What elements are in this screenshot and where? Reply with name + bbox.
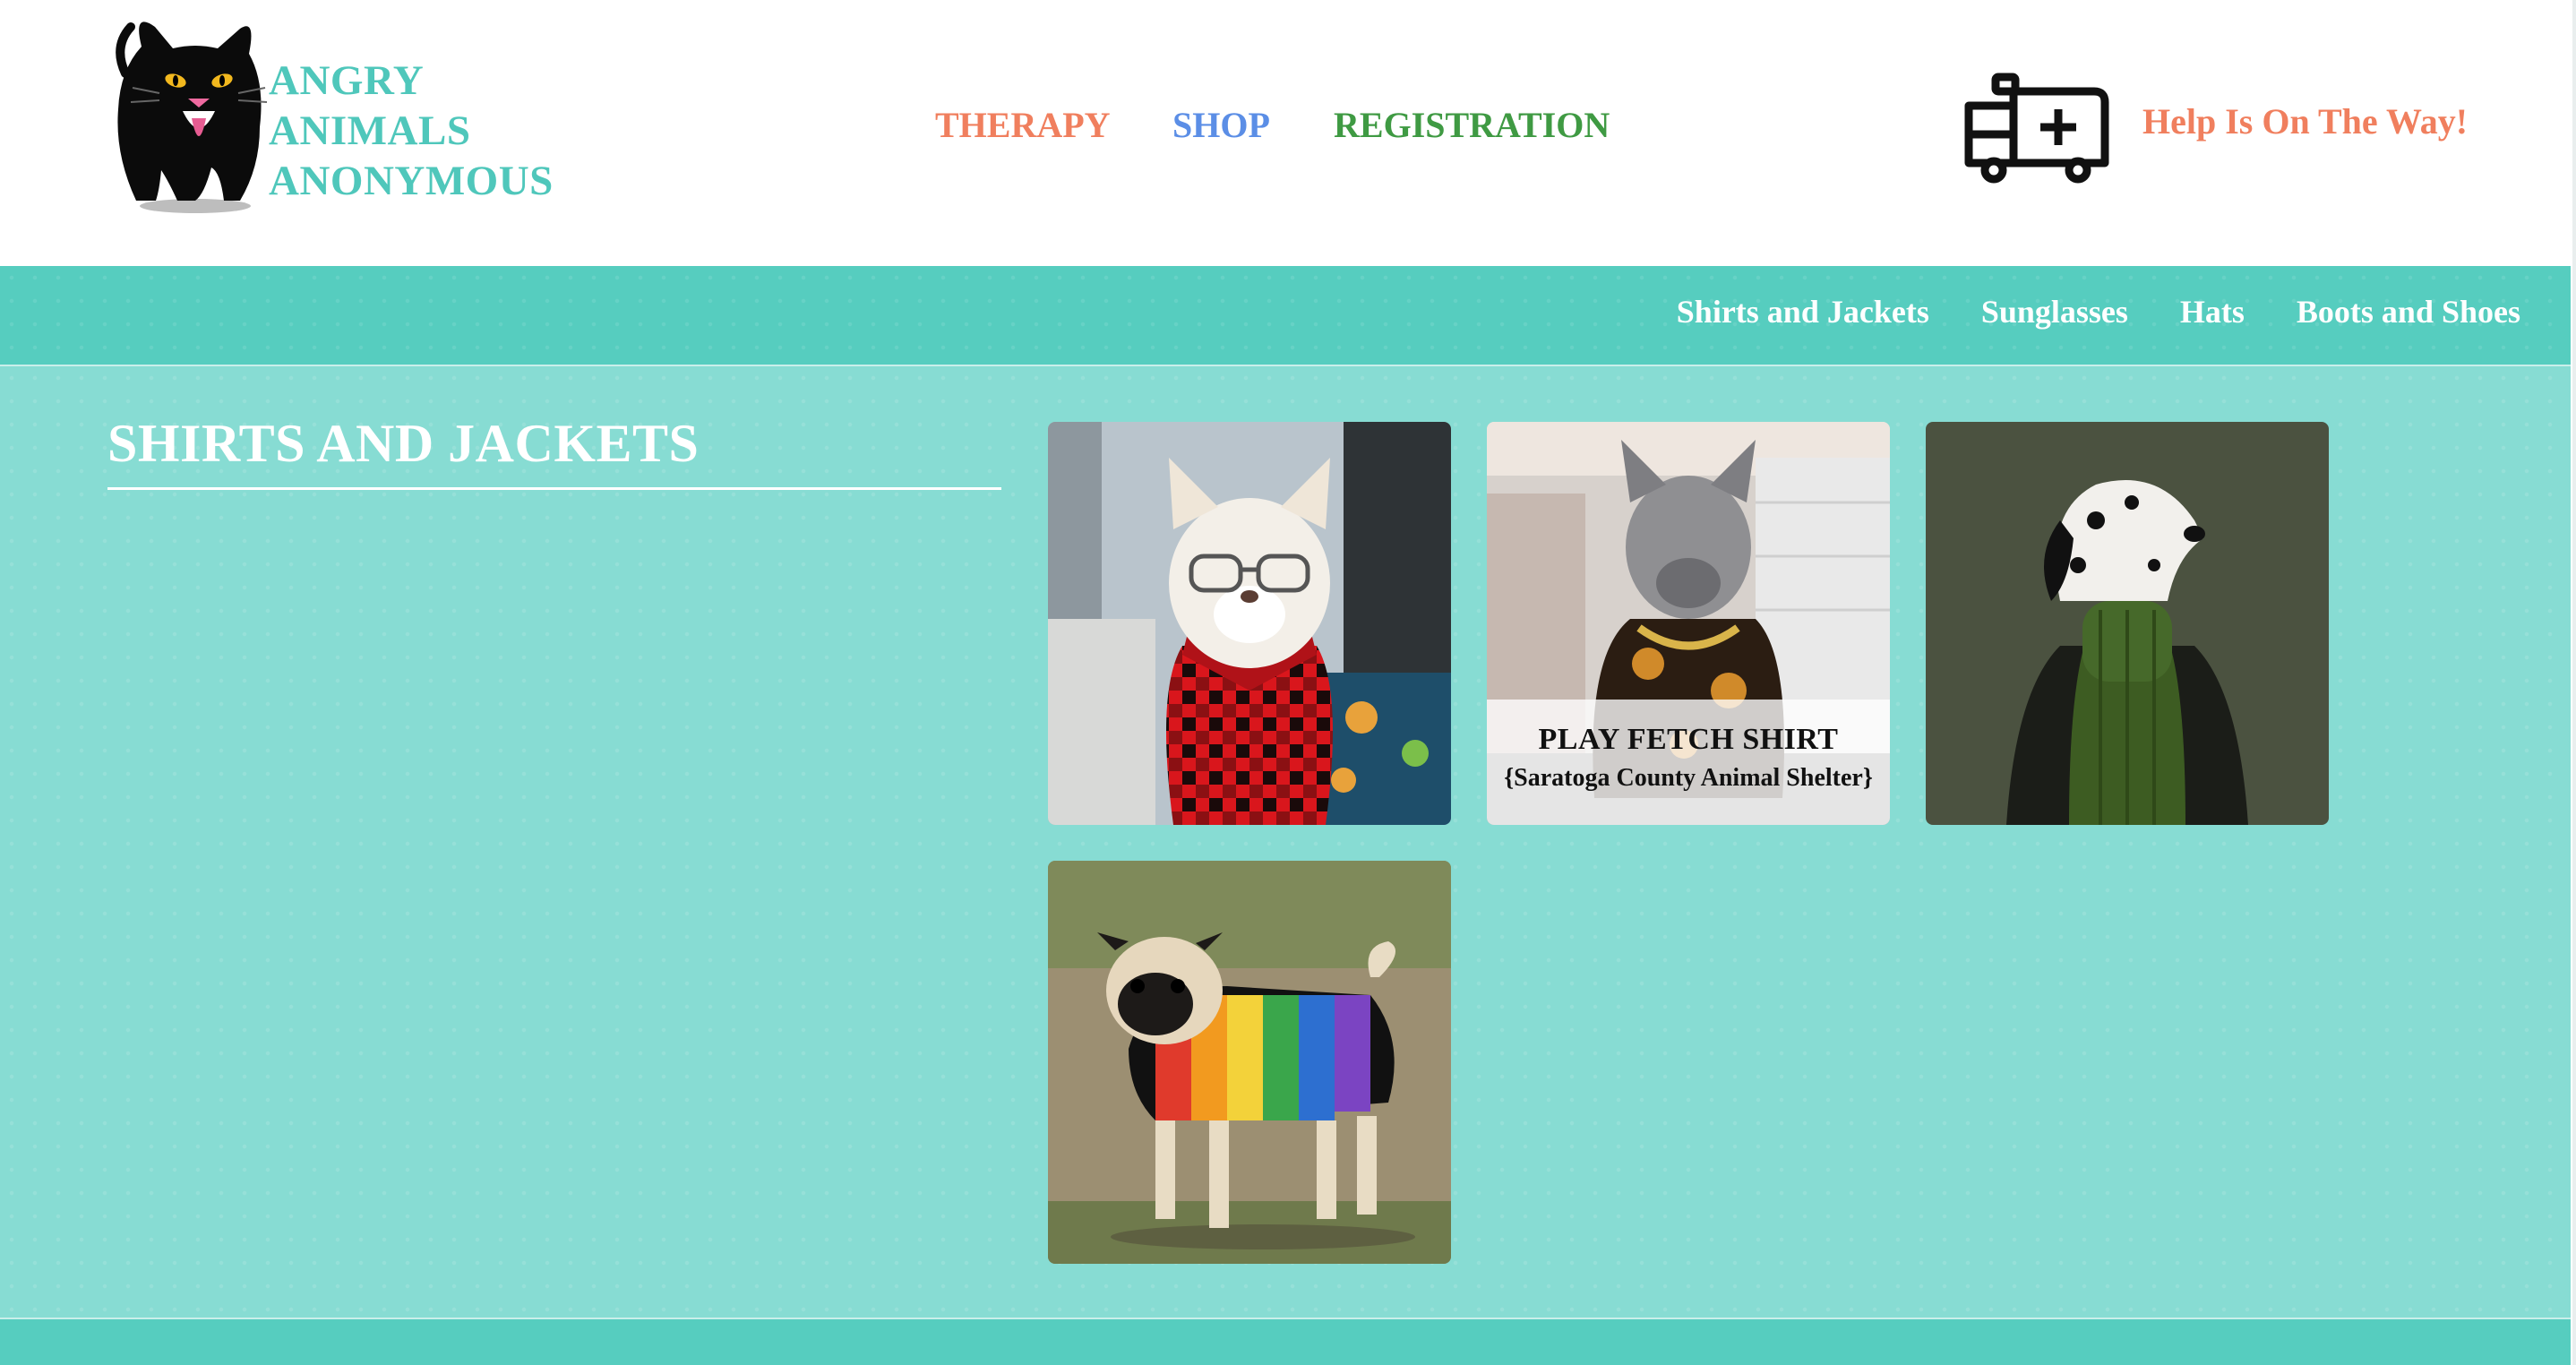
brand-line: ANGRY: [269, 57, 425, 104]
category-sunglasses[interactable]: Sunglasses: [1981, 293, 2128, 331]
pug-rainbow-sweater-image: [1048, 861, 1451, 1264]
brand-line: ANIMALS: [269, 107, 471, 154]
dalmatian-turtleneck-jacket-image: [1926, 422, 2329, 825]
brand-line: ANONYMOUS: [269, 158, 554, 204]
nav-shop[interactable]: SHOP: [1172, 104, 1270, 146]
section-title: SHIRTS AND JACKETS: [107, 413, 1001, 490]
site-header: ANGRY ANIMALS ANONYMOUS THERAPY SHOP REG…: [0, 0, 2571, 266]
product-name: PLAY FETCH SHIRT: [1538, 723, 1839, 756]
product-card[interactable]: [1048, 422, 1451, 825]
category-hats[interactable]: Hats: [2180, 293, 2245, 331]
nav-registration[interactable]: REGISTRATION: [1334, 104, 1610, 146]
product-card[interactable]: [1048, 861, 1451, 1264]
footer-band: [0, 1319, 2571, 1365]
ambulance-icon[interactable]: [1960, 70, 2114, 190]
category-nav: Shirts and Jackets Sunglasses Hats Boots…: [0, 266, 2571, 366]
window-edge: [2572, 0, 2576, 1365]
product-overlay: PLAY FETCH SHIRT {Saratoga County Animal…: [1487, 700, 1890, 825]
brand-name[interactable]: ANGRY ANIMALS ANONYMOUS: [269, 56, 554, 206]
product-card[interactable]: PLAY FETCH SHIRT {Saratoga County Animal…: [1487, 422, 1890, 825]
category-boots-and-shoes[interactable]: Boots and Shoes: [2297, 293, 2520, 331]
nav-therapy[interactable]: THERAPY: [935, 104, 1111, 146]
product-organization: {Saratoga County Animal Shelter}: [1504, 764, 1873, 792]
black-cat-logo[interactable]: [106, 11, 276, 217]
main-content: SHIRTS AND JACKETS PLAY FETCH SHIRT {Sar…: [0, 366, 2571, 1319]
help-link[interactable]: Help Is On The Way!: [2142, 100, 2468, 142]
category-shirts-and-jackets[interactable]: Shirts and Jackets: [1677, 293, 1929, 331]
product-card[interactable]: [1926, 422, 2329, 825]
shiba-inu-plaid-shirt-image: [1048, 422, 1451, 825]
